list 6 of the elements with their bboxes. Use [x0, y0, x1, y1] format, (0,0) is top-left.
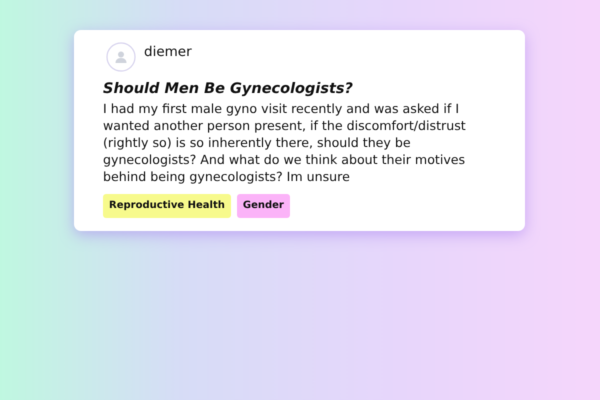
- author-name[interactable]: diemer: [144, 44, 192, 61]
- tag[interactable]: Gender: [236, 194, 290, 218]
- post-body: I had my first male gyno visit recently and was asked if I wanted another person present, if the discomfort/distrust (rightly so) is so inherently there, should they be gynecologists? And what do we think about their motives behind being gynecologists? Im unsure: [103, 100, 467, 185]
- avatar-icon: [106, 42, 136, 72]
- tag[interactable]: Reproductive Health: [103, 194, 231, 218]
- post-title[interactable]: Should Men Be Gynecologists?: [103, 80, 505, 99]
